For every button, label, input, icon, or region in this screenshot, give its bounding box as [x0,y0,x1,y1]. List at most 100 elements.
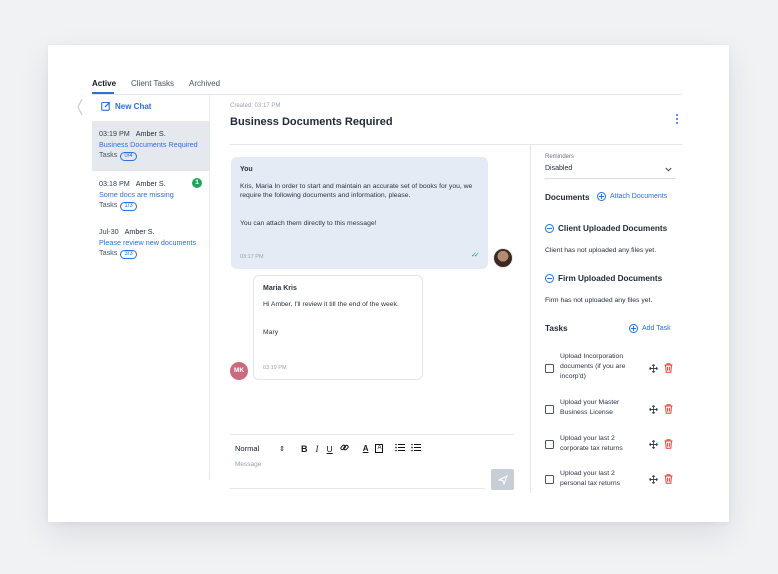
tasks-progress-badge: 3/3 [120,250,137,259]
read-receipt-icon: ✓✓ [471,252,480,259]
conversation-name: Amber S. [135,179,166,188]
conversation-time: 03:18 PM [99,179,130,188]
tabs-divider [92,94,682,95]
formatting-toolbar: Normal ⇕ B I U A A [235,443,422,454]
tasks-heading: Tasks [545,324,568,333]
task-item: Upload your last 2 personal tax returns [545,469,680,499]
task-checkbox[interactable] [545,440,554,449]
firm-uploaded-empty: Firm has not uploaded any files yet. [545,297,653,304]
move-icon[interactable] [649,405,658,414]
chevron-down-icon[interactable] [665,167,672,172]
conversation-item[interactable]: 03:19 PM Amber S. Business Documents Requ… [92,121,209,171]
conversation-tasks-label: Tasks [99,200,118,209]
move-icon[interactable] [649,475,658,484]
task-checkbox[interactable] [545,364,554,373]
task-label: Upload your Master Business License [560,399,620,416]
conversation-time: 03:19 PM [99,129,130,138]
bold-icon[interactable]: B [301,444,308,454]
message-text: Mary [263,329,279,336]
trash-icon[interactable] [664,363,673,373]
client-uploaded-empty: Client has not uploaded any files yet. [545,247,657,254]
message-text: Hi Amber, I'll review it till the end of… [263,301,399,308]
conversation-time: Jul-30 [99,227,119,236]
firm-uploaded-heading: Firm Uploaded Documents [558,274,663,283]
reminders-underline [545,178,676,179]
thread-title: Business Documents Required [230,116,393,128]
reminders-label: Reminders [545,154,575,160]
created-timestamp: Created: 03:17 PM [230,103,281,109]
tab-active[interactable]: Active [92,79,116,88]
italic-icon[interactable]: I [316,444,319,454]
conversation-item[interactable]: Jul-30 Amber S. Please review new documen… [92,219,209,269]
trash-icon[interactable] [664,474,673,484]
format-select-arrows-icon[interactable]: ⇕ [279,445,285,453]
composer-bottom-line [230,488,485,489]
message-text: You can attach them directly to this mes… [240,220,377,227]
conversation-tasks-label: Tasks [99,150,118,159]
client-uploaded-toggle[interactable]: Client Uploaded Documents [545,224,667,233]
task-checkbox[interactable] [545,405,554,414]
conversation-subject: Business Documents Required [99,139,198,149]
send-button[interactable] [491,469,514,490]
trash-icon[interactable] [664,439,673,449]
reminders-select[interactable]: Disabled [545,165,572,172]
compose-icon [101,101,111,111]
conversation-item[interactable]: 03:18 PM Amber S. Some docs are missing T… [92,171,209,221]
add-circle-icon [629,324,638,333]
send-icon [497,474,508,485]
trash-icon[interactable] [664,404,673,414]
conversation-subject: Please review new documents [99,237,197,247]
tab-client-tasks[interactable]: Client Tasks [131,79,174,88]
task-checkbox[interactable] [545,475,554,484]
message-bubble-maria: Maria Kris Hi Amber, I'll review it till… [253,275,423,380]
message-author: Maria Kris [263,285,297,292]
avatar [493,248,513,268]
ordered-list-icon[interactable] [395,443,406,454]
conversation-tasks-label: Tasks [99,248,118,257]
message-input[interactable]: Message [235,461,261,468]
avatar-initials: MK [230,362,248,380]
message-time: 03:19 PM [263,365,287,371]
new-chat-button[interactable]: New Chat [101,101,151,111]
link-icon[interactable] [340,443,349,454]
collapse-circle-icon [545,224,554,233]
add-task-button[interactable]: Add Task [629,324,671,333]
tasks-progress-badge: 0/4 [120,152,137,161]
task-label: Upload Incorporation documents (if you a… [560,353,626,380]
underline-icon[interactable]: U [327,444,333,454]
add-task-label: Add Task [642,325,671,332]
task-item: Upload your last 2 corporate tax returns [545,434,680,464]
collapse-circle-icon [545,274,554,283]
attach-documents-button[interactable]: Attach Documents [597,192,667,201]
more-options-icon[interactable] [674,114,680,126]
task-label: Upload your last 2 personal tax returns [560,470,621,487]
message-bubble-you: You Kris, Maria In order to start and ma… [231,157,488,269]
right-panel-divider [530,145,531,493]
client-uploaded-heading: Client Uploaded Documents [558,224,668,233]
tasks-progress-badge: 1/3 [120,202,137,211]
conversation-name: Amber S. [124,227,155,236]
attach-documents-label: Attach Documents [610,193,668,200]
firm-uploaded-toggle[interactable]: Firm Uploaded Documents [545,274,662,283]
left-column-divider [209,95,210,479]
task-label: Upload your last 2 corporate tax returns [560,435,623,452]
message-text: Kris, Maria In order to start and mainta… [240,183,473,199]
add-circle-icon [597,192,606,201]
collapse-chevron-icon[interactable] [76,98,84,116]
new-chat-label: New Chat [115,101,152,111]
format-select[interactable]: Normal [235,444,259,453]
background-color-icon[interactable]: A [375,444,384,453]
message-author: You [240,166,253,173]
header-divider [230,144,682,145]
unread-count-badge: 1 [192,178,202,188]
documents-heading: Documents [545,193,590,202]
conversation-subject: Some docs are missing [99,189,174,199]
bullet-list-icon[interactable] [411,443,422,454]
text-color-icon[interactable]: A [363,444,369,453]
task-item: Upload your Master Business License [545,398,680,428]
conversation-name: Amber S. [135,129,166,138]
move-icon[interactable] [649,364,658,373]
composer-divider [230,434,514,435]
tab-archived[interactable]: Archived [189,79,220,88]
move-icon[interactable] [649,440,658,449]
